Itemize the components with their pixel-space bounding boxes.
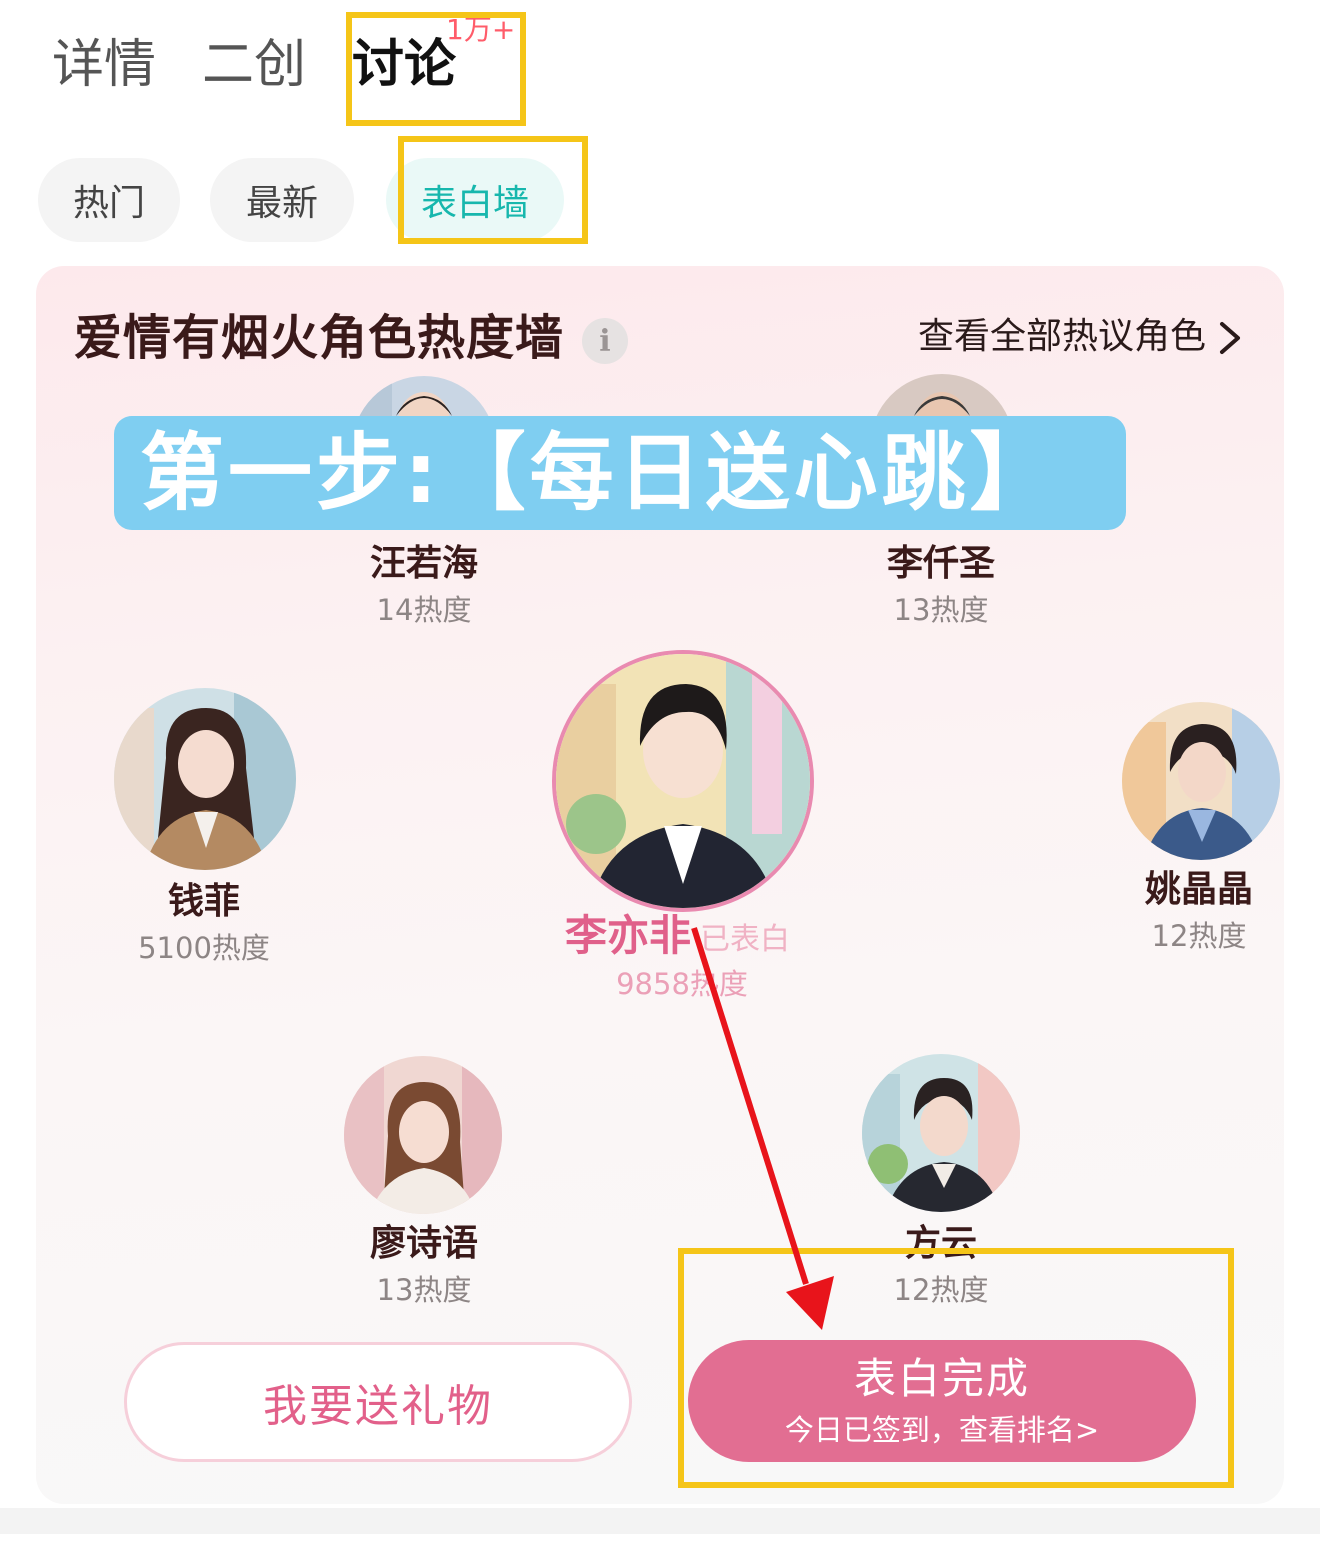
chevron-right-icon[interactable] [1214,318,1246,358]
highlight-box-discussion-tab [346,12,526,126]
heat-wall-title: 爱情有烟火角色热度墙 [74,310,565,366]
view-all-characters-link[interactable]: 查看全部热议角色 [918,310,1206,364]
info-icon[interactable]: i [582,318,628,364]
character-name: 廖诗语 [369,1223,479,1264]
character-name: 姚晶晶 [1144,869,1254,910]
subtab-hot[interactable]: 热门 [38,158,180,242]
character-heat: 5100热度 [138,931,270,965]
character-heat: 13热度 [893,593,989,627]
tab-fan-creations[interactable]: 二创 [202,30,306,100]
character-heat: 12热度 [1151,919,1247,953]
step-one-banner: 第一步:【每日送心跳】 [114,416,1126,530]
confessed-status: 已表白 [700,922,790,957]
character-heat: 9858热度 [616,967,748,1001]
highlight-box-confession-wall-tab [398,136,588,244]
character-name: 钱菲 [167,881,241,922]
avatar-yao-jingjing[interactable] [1122,702,1280,860]
avatar-fang-yun[interactable] [862,1054,1020,1212]
character-name: 汪若海 [369,543,479,584]
character-name-highlighted: 李亦非 [564,911,692,960]
send-gift-button[interactable]: 我要送礼物 [124,1342,632,1462]
subtab-latest[interactable]: 最新 [210,158,354,242]
avatar-qian-fei[interactable] [114,688,296,870]
highlight-box-done-button [678,1248,1234,1488]
character-heat: 13热度 [376,1273,472,1307]
avatar-li-yifei[interactable] [552,650,814,912]
character-name: 李仟圣 [886,543,996,584]
tab-details[interactable]: 详情 [52,30,156,100]
avatar-liao-shiyu[interactable] [344,1056,502,1214]
character-heat: 14热度 [376,593,472,627]
bottom-divider [0,1508,1320,1534]
